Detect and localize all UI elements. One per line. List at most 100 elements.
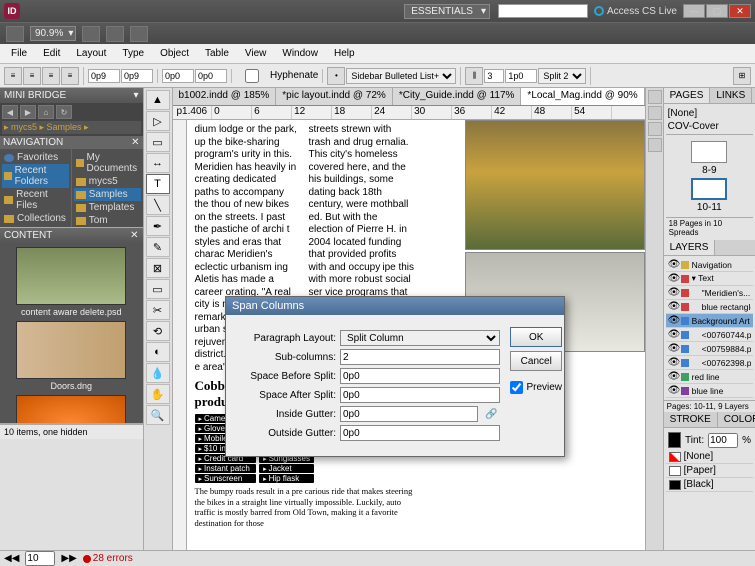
zoom-dropdown[interactable]: 90.9% <box>30 26 76 41</box>
page-thumb[interactable] <box>691 141 727 163</box>
rectangle-frame-tool[interactable]: ⊠ <box>146 258 170 278</box>
tag-item[interactable]: Instant patch <box>195 464 257 473</box>
search-input[interactable] <box>498 4 588 18</box>
preflight-errors[interactable]: 28 errors <box>83 553 133 564</box>
cs-live-button[interactable]: Access CS Live <box>594 6 677 17</box>
menu-view[interactable]: View <box>238 46 274 61</box>
minimize-button[interactable]: — <box>683 4 705 18</box>
photo-trees[interactable] <box>465 120 645 250</box>
tint-field[interactable] <box>708 433 738 448</box>
tag-item[interactable]: Sunscreen <box>195 474 257 483</box>
outside-gutter-field[interactable] <box>340 425 500 441</box>
menu-edit[interactable]: Edit <box>36 46 67 61</box>
panel-icon[interactable] <box>648 122 662 136</box>
page-tool[interactable]: ▭ <box>146 132 170 152</box>
menu-object[interactable]: Object <box>153 46 196 61</box>
link-icon[interactable]: 🔗 <box>482 409 500 420</box>
nav-item[interactable]: Favorites <box>2 151 69 164</box>
layer-row[interactable]: 👁<00759884.psd> <box>666 342 753 356</box>
selection-tool[interactable]: ▲ <box>146 90 170 110</box>
folder-item[interactable]: mycs5 <box>74 175 141 188</box>
column-count-field[interactable] <box>484 69 504 83</box>
layer-row[interactable]: 👁blue line <box>666 384 753 398</box>
tab-color[interactable]: COLOR <box>718 412 755 427</box>
home-icon[interactable]: ⌂ <box>38 105 54 119</box>
back-button[interactable]: ◀ <box>2 105 18 119</box>
rectangle-tool[interactable]: ▭ <box>146 279 170 299</box>
menu-type[interactable]: Type <box>115 46 151 61</box>
body-text-2[interactable]: The bumpy roads result in a pre carious … <box>195 486 415 529</box>
close-button[interactable]: ✕ <box>729 4 751 18</box>
eyedropper-tool[interactable]: 💧 <box>146 363 170 383</box>
arrange-icon[interactable] <box>130 26 148 42</box>
nav-item[interactable]: Collections <box>2 212 69 225</box>
content-thumb[interactable] <box>4 395 139 423</box>
ruler-horizontal[interactable]: p1.406 061218243036424854 <box>173 106 645 120</box>
content-close-icon[interactable]: ✕ <box>130 230 138 241</box>
folder-item[interactable]: Samples <box>74 188 141 201</box>
space-before-field[interactable] <box>340 368 500 384</box>
layer-row[interactable]: 👁<00762398.psd> <box>666 356 753 370</box>
tab-links[interactable]: LINKS <box>710 88 752 103</box>
tag-item[interactable]: Hip flask <box>259 474 314 483</box>
maximize-button[interactable]: ▢ <box>706 4 728 18</box>
panel-icon[interactable] <box>648 90 662 104</box>
bridge-icon[interactable] <box>6 26 24 42</box>
justify-icon[interactable]: ≡ <box>61 67 79 85</box>
transform-tool[interactable]: ⟲ <box>146 321 170 341</box>
panel-close-icon[interactable]: ▾ <box>133 90 138 101</box>
nav-close-icon[interactable]: ✕ <box>131 137 139 148</box>
swatch-row[interactable]: [Paper] <box>666 464 753 478</box>
hyphenate-checkbox[interactable] <box>236 69 268 83</box>
hand-tool[interactable]: ✋ <box>146 384 170 404</box>
space-after-field[interactable] <box>195 69 227 83</box>
page-thumb-selected[interactable] <box>691 178 727 200</box>
menu-window[interactable]: Window <box>275 46 325 61</box>
layer-row[interactable]: 👁"Meridien's... you thi... <box>666 286 753 300</box>
tab-stroke[interactable]: STROKE <box>664 412 718 427</box>
pencil-tool[interactable]: ✎ <box>146 237 170 257</box>
tab-pages[interactable]: PAGES <box>664 88 711 103</box>
layout-dropdown[interactable]: Split Column <box>340 330 500 346</box>
nav-item[interactable]: Recent Folders <box>2 164 69 188</box>
tab-layers[interactable]: LAYERS <box>664 240 716 255</box>
menu-help[interactable]: Help <box>327 46 362 61</box>
master-none[interactable]: [None] <box>668 108 751 119</box>
folder-item[interactable]: Templates <box>74 201 141 214</box>
master-cov[interactable]: COV-Cover <box>668 121 751 132</box>
breadcrumb[interactable]: ▸ mycs5 ▸ Samples ▸ <box>2 121 141 134</box>
screen-mode-icon[interactable] <box>106 26 124 42</box>
swatch-row[interactable]: [None] <box>666 450 753 464</box>
indent-right-field[interactable] <box>121 69 153 83</box>
pen-tool[interactable]: ✒ <box>146 216 170 236</box>
document-tab[interactable]: *City_Guide.indd @ 117% <box>393 88 522 105</box>
content-thumb[interactable]: Doors.dng <box>4 321 139 391</box>
line-tool[interactable]: ╲ <box>146 195 170 215</box>
content-thumb[interactable]: content aware delete.psd <box>4 247 139 317</box>
align-center-icon[interactable]: ≡ <box>23 67 41 85</box>
folder-item[interactable]: Tom <box>74 214 141 227</box>
direct-selection-tool[interactable]: ▷ <box>146 111 170 131</box>
document-tab[interactable]: *pic layout.indd @ 72% <box>276 88 393 105</box>
dialog-title[interactable]: Span Columns <box>226 297 564 315</box>
column-gutter-field[interactable] <box>505 69 537 83</box>
fill-stroke-icon[interactable] <box>668 432 681 448</box>
workspace-dropdown[interactable]: ESSENTIALS <box>404 4 490 19</box>
panel-icon[interactable] <box>648 106 662 120</box>
swatch-row[interactable]: [Black] <box>666 478 753 492</box>
preview-checkbox[interactable] <box>510 381 523 394</box>
bullets-icon[interactable]: • <box>327 67 345 85</box>
indent-left-field[interactable] <box>88 69 120 83</box>
space-after-field[interactable] <box>340 387 500 403</box>
menu-file[interactable]: File <box>4 46 34 61</box>
inside-gutter-field[interactable] <box>340 406 478 422</box>
align-right-icon[interactable]: ≡ <box>42 67 60 85</box>
ok-button[interactable]: OK <box>510 327 562 347</box>
layer-row[interactable]: 👁Navigation <box>666 258 753 272</box>
columns-icon[interactable]: ⫼ <box>465 67 483 85</box>
subcolumns-field[interactable] <box>340 349 500 365</box>
layer-row[interactable]: 👁Background Art <box>666 314 753 328</box>
gradient-tool[interactable]: ◐ <box>146 342 170 362</box>
document-tab[interactable]: b1002.indd @ 185% <box>173 88 277 105</box>
para-style-dropdown[interactable]: Sidebar Bulleted List+ <box>346 68 456 84</box>
